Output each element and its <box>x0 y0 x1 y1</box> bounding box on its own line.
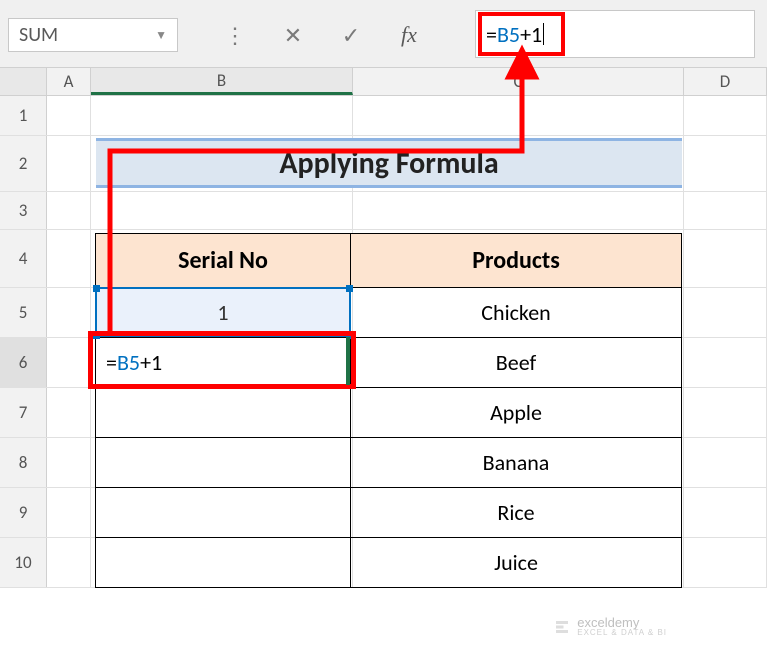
formula-ref: B5 <box>497 21 520 48</box>
cell-b6[interactable]: =B5+1 <box>95 337 351 388</box>
spreadsheet-grid[interactable]: 1 2 3 4 5 6 7 8 9 10 Applying Formula Se… <box>0 96 767 588</box>
row-header-5[interactable]: 5 <box>0 288 47 337</box>
formula-bar-area: SUM ▼ ⋮ ✕ ✓ fx =B5+1 <box>0 0 767 68</box>
dots-icon: ⋮ <box>220 20 250 50</box>
cell-c8[interactable]: Banana <box>350 437 682 488</box>
cancel-icon[interactable]: ✕ <box>278 20 308 50</box>
fx-icon[interactable]: fx <box>394 20 424 50</box>
watermark-logo-icon <box>553 618 571 636</box>
row-header-3[interactable]: 3 <box>0 192 47 229</box>
cell-b9[interactable] <box>95 487 351 538</box>
watermark-tagline: EXCEL & DATA & BI <box>577 629 667 637</box>
table-row: Rice <box>96 488 682 538</box>
row-header-1[interactable]: 1 <box>0 96 47 135</box>
table-row: Banana <box>96 438 682 488</box>
name-box-value: SUM <box>19 23 58 47</box>
data-table: Serial No Products 1 Chicken =B5+1 Beef … <box>96 234 682 588</box>
row-header-8[interactable]: 8 <box>0 438 47 487</box>
enter-icon[interactable]: ✓ <box>336 20 366 50</box>
col-header-c[interactable]: C <box>353 68 684 95</box>
formula-eq: = <box>486 21 497 48</box>
cell-b5[interactable]: 1 <box>95 287 351 338</box>
formula-bar-controls: ⋮ ✕ ✓ fx <box>220 18 424 52</box>
header-products: Products <box>350 233 682 288</box>
col-header-a[interactable]: A <box>47 68 91 95</box>
cell-c10[interactable]: Juice <box>350 537 682 588</box>
cell-c5[interactable]: Chicken <box>350 287 682 338</box>
table-row: Juice <box>96 538 682 588</box>
table-row: =B5+1 Beef <box>96 338 682 388</box>
col-header-b[interactable]: B <box>91 68 353 95</box>
formula-suffix: +1 <box>520 21 542 48</box>
row-header-7[interactable]: 7 <box>0 388 47 437</box>
row-header-10[interactable]: 10 <box>0 538 47 587</box>
cell-b10[interactable] <box>95 537 351 588</box>
name-box-dropdown-icon[interactable]: ▼ <box>155 28 167 43</box>
row-header-4[interactable]: 4 <box>0 230 47 287</box>
row-header-6[interactable]: 6 <box>0 338 47 387</box>
header-serial: Serial No <box>95 233 351 288</box>
row-header-9[interactable]: 9 <box>0 488 47 537</box>
cell-c7[interactable]: Apple <box>350 387 682 438</box>
watermark: exceldemy EXCEL & DATA & BI <box>553 616 667 637</box>
cell-c9[interactable]: Rice <box>350 487 682 538</box>
col-header-d[interactable]: D <box>684 68 767 95</box>
cell-b7[interactable] <box>95 387 351 438</box>
formula-bar-input[interactable]: =B5+1 <box>475 10 755 58</box>
select-all-corner[interactable] <box>0 68 47 95</box>
table-header-row: Serial No Products <box>96 234 682 288</box>
table-row: Apple <box>96 388 682 438</box>
cell-b8[interactable] <box>95 437 351 488</box>
name-box[interactable]: SUM ▼ <box>8 18 178 52</box>
text-caret <box>543 23 544 45</box>
row-header-2[interactable]: 2 <box>0 136 47 191</box>
column-headers: A B C D <box>0 68 767 96</box>
table-row: 1 Chicken <box>96 288 682 338</box>
sheet-title: Applying Formula <box>96 138 682 188</box>
cell-c6[interactable]: Beef <box>350 337 682 388</box>
